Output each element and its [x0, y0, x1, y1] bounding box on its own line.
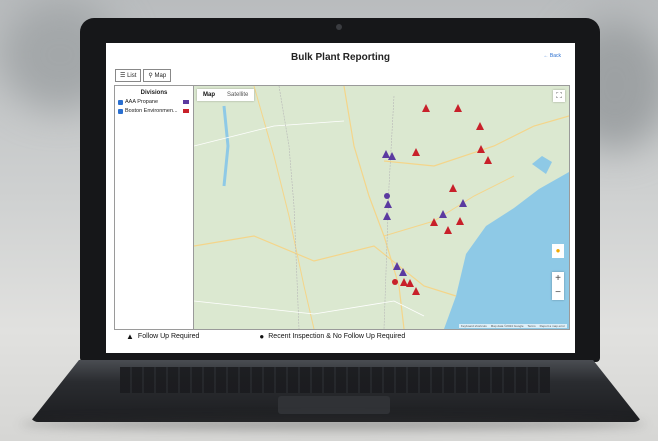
division-label: Boston Environmen...	[125, 108, 178, 114]
map-view[interactable]: Map Satellite ⛶ ● + − Keyboard shortcuts…	[194, 86, 569, 329]
laptop-touchpad	[278, 396, 390, 414]
divisions-heading: Divisions	[140, 90, 168, 96]
legend-item-follow-up: ▲ Follow Up Required	[126, 331, 200, 341]
division-color-swatch	[183, 109, 189, 113]
divisions-panel: Divisions AAA Propane Boston Environmen.…	[115, 86, 194, 329]
page-title: Bulk Plant Reporting	[291, 52, 390, 63]
map-canvas[interactable]	[194, 86, 569, 329]
map-type-tabs: Map Satellite	[197, 89, 255, 101]
division-color-swatch	[183, 100, 189, 104]
keyboard-shortcuts-link[interactable]: Keyboard shortcuts	[461, 324, 487, 328]
division-checkbox[interactable]	[118, 99, 123, 105]
laptop-shadow	[20, 418, 646, 430]
zoom-out-button[interactable]: −	[552, 286, 564, 300]
camera-icon	[336, 24, 342, 30]
report-frame: Divisions AAA Propane Boston Environmen.…	[114, 85, 570, 330]
division-row-aaa-propane[interactable]: AAA Propane	[118, 99, 193, 105]
map-data-credit: Map data ©2024 Google	[490, 324, 524, 328]
view-toggle: ☰ List ⚲ Map	[115, 69, 173, 82]
tab-satellite[interactable]: Satellite	[221, 89, 254, 101]
fullscreen-icon[interactable]: ⛶	[553, 90, 565, 102]
report-map-error-link[interactable]: Report a map error	[540, 324, 565, 328]
division-row-boston-environmental[interactable]: Boston Environmen...	[118, 108, 193, 114]
map-attribution: Keyboard shortcuts Map data ©2024 Google…	[458, 324, 567, 328]
zoom-in-button[interactable]: +	[552, 272, 564, 286]
app-screen: Bulk Plant Reporting ← Back ☰ List ⚲ Map…	[106, 43, 575, 353]
list-view-button[interactable]: ☰ List	[115, 69, 142, 82]
warning-triangle-icon: ▲	[126, 331, 134, 341]
check-circle-icon: ●	[259, 331, 265, 341]
back-link[interactable]: ← Back	[543, 53, 561, 59]
legend-item-recent-inspection: ● Recent Inspection & No Follow Up Requi…	[259, 331, 406, 341]
map-view-button[interactable]: ⚲ Map	[143, 69, 172, 82]
zoom-control: + −	[552, 272, 564, 300]
division-checkbox[interactable]	[118, 108, 123, 114]
terms-link[interactable]: Terms	[527, 324, 535, 328]
laptop-keyboard	[120, 367, 550, 393]
list-icon: ☰	[120, 73, 126, 79]
tab-map[interactable]: Map	[197, 89, 221, 101]
map-pin-icon: ⚲	[148, 73, 153, 79]
street-view-pegman-icon[interactable]: ●	[552, 244, 564, 258]
map-legend: ▲ Follow Up Required ● Recent Inspection…	[114, 330, 568, 342]
division-label: AAA Propane	[125, 99, 159, 105]
